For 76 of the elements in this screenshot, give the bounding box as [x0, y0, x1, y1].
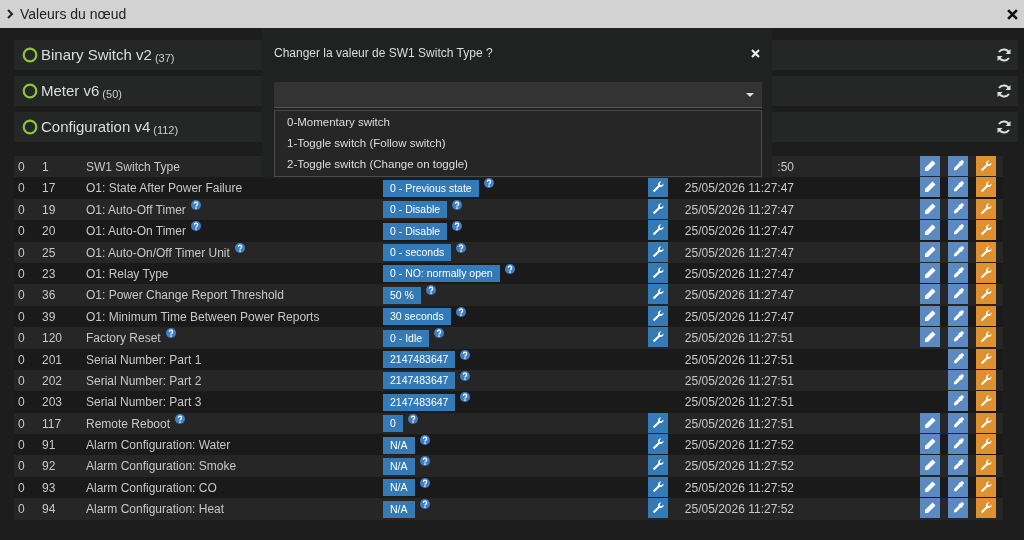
parameter-label: Serial Number: Part 3 [86, 394, 202, 412]
date-cell-text: 25/05/2026 11:27:51 [683, 330, 794, 348]
index-cell-text: 36 [42, 287, 57, 305]
instance-cell-text: 0 [17, 351, 26, 369]
parameter-label: Alarm Configuration: Smoke [86, 458, 237, 476]
instance-cell-text: 0 [17, 437, 26, 455]
date-cell-text: 25/05/2026 11:27:47 [683, 223, 794, 241]
parameter-label: Serial Number: Part 1 [86, 351, 202, 369]
instance-cell-text: 0 [17, 458, 26, 476]
section-title: Binary Switch v2 [41, 44, 152, 65]
date-cell-text: 25/05/2026 11:27:51 [683, 415, 794, 433]
parameter-label: Alarm Configuration: Heat [86, 501, 225, 519]
index-cell-text: 91 [42, 437, 57, 455]
parameter-label: Alarm Configuration: Water [86, 437, 231, 455]
section-title: Meter v6 [41, 80, 100, 101]
index-cell-text: 202 [42, 372, 64, 390]
date-cell-text: 25/05/2026 11:27:47 [683, 180, 794, 198]
date-cell-text: 25/05/2026 11:27:52 [683, 501, 794, 519]
parameter-label: Remote Reboot [86, 415, 171, 433]
section-title: Configuration v4 [41, 116, 151, 137]
parameter-label: O1: Power Change Report Threshold [86, 287, 284, 305]
parameter-label: Factory Reset [86, 330, 161, 348]
instance-cell-text: 0 [17, 223, 26, 241]
section-count: (50) [102, 86, 122, 102]
instance-cell-text: 0 [17, 372, 26, 390]
instance-cell-text: 0 [17, 415, 26, 433]
instance-cell-text: 0 [17, 330, 26, 348]
instance-cell-text: 0 [17, 308, 26, 326]
instance-cell-text: 0 [17, 201, 26, 219]
index-cell-text: 93 [42, 479, 57, 497]
instance-cell-text: 0 [17, 244, 26, 262]
parameter-label: O1: Minimum Time Between Power Reports [86, 308, 320, 326]
index-cell-text: 17 [42, 180, 57, 198]
section-count: (37) [154, 50, 175, 66]
index-cell-text: 23 [42, 265, 57, 283]
instance-cell-text: 0 [17, 501, 26, 519]
instance-cell-text: 0 [17, 394, 26, 412]
index-cell-text: 92 [42, 458, 57, 476]
date-cell-text: 25/05/2026 11:27:51 [683, 351, 794, 369]
instance-cell-text: 0 [17, 479, 26, 497]
date-cell-text: 25/05/2026 11:27:52 [683, 479, 794, 497]
date-cell-text: 25/05/2026 11:27:47 [683, 308, 794, 326]
index-cell-text: 20 [42, 223, 57, 241]
index-cell-text: 94 [42, 501, 57, 519]
date-cell-text: 25/05/2026 11:27:47 [683, 244, 794, 262]
date-cell-text: :50 [776, 159, 794, 176]
index-cell-text: 201 [42, 351, 64, 369]
index-cell-text: 1 [42, 159, 50, 176]
parameter-label: O1: Relay Type [86, 265, 169, 283]
date-cell-text: 25/05/2026 11:27:47 [683, 287, 794, 305]
date-cell-text: 25/05/2026 11:27:47 [683, 265, 794, 283]
instance-cell-text: 0 [17, 180, 26, 198]
index-cell-text: 120 [42, 330, 64, 348]
instance-cell-text: 0 [17, 287, 26, 305]
date-cell-text: 25/05/2026 11:27:52 [683, 437, 794, 455]
section-count: (112) [153, 122, 179, 138]
index-cell-text: 203 [42, 394, 64, 412]
instance-cell-text: 0 [17, 265, 26, 283]
parameter-label: O1: Auto-On/Off Timer Unit [86, 244, 230, 262]
date-cell-text: 25/05/2026 11:27:47 [683, 201, 794, 219]
date-cell-text: 25/05/2026 11:27:52 [683, 458, 794, 476]
date-cell-text: 25/05/2026 11:27:51 [683, 394, 794, 412]
index-cell-text: 39 [42, 308, 57, 326]
parameter-label: SW1 Switch Type [86, 159, 180, 176]
date-cell-text: 25/05/2026 11:27:51 [683, 372, 794, 390]
parameter-label: O1: Auto-On Timer [86, 223, 187, 241]
index-cell-text: 25 [42, 244, 57, 262]
window-title: Valeurs du nœud [20, 4, 128, 24]
dialog-title: Changer la valeur de SW1 Switch Type ? [274, 45, 494, 62]
parameter-label: Serial Number: Part 2 [86, 372, 202, 390]
parameter-label: O1: Auto-Off Timer [86, 201, 186, 219]
index-cell-text: 19 [42, 201, 57, 219]
parameter-label: O1: State After Power Failure [86, 180, 243, 198]
parameter-label: Alarm Configuration: CO [86, 479, 217, 497]
index-cell-text: 117 [42, 415, 63, 433]
instance-cell-text: 0 [17, 159, 26, 176]
